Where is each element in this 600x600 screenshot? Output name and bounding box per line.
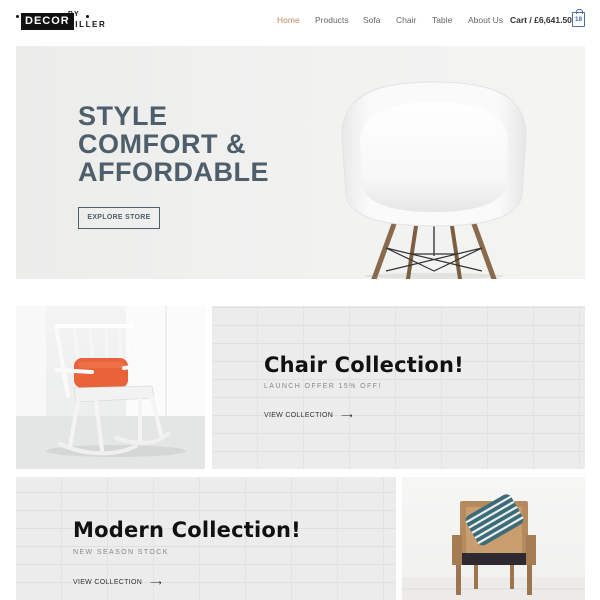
cart-link[interactable]: Cart / £6,641.50 [510, 15, 572, 25]
site-header: DECOR BY MILLER Home Products Sofa Chair… [0, 0, 600, 44]
chair-collection-tile: Chair Collection! LAUNCH OFFER 15% OFF! … [212, 306, 585, 469]
hero-chair-image [341, 81, 527, 279]
logo-secondary: MILLER [67, 20, 107, 29]
logo-dot-left [16, 15, 19, 18]
logo-by: BY [68, 11, 80, 18]
chair-view-collection-link[interactable]: VIEW COLLECTION ⟶ [264, 411, 353, 420]
nav-item-products[interactable]: Products [315, 15, 349, 25]
modern-photo-tile[interactable] [402, 477, 585, 600]
modern-collection-tile: Modern Collection! NEW SEASON STOCK VIEW… [16, 477, 396, 600]
logo-dot-right [86, 15, 89, 18]
view-collection-label: VIEW COLLECTION [73, 579, 143, 586]
chair-collection-subtitle: LAUNCH OFFER 15% OFF! [264, 383, 382, 390]
nav-item-table[interactable]: Table [432, 15, 452, 25]
arrow-right-icon: ⟶ [341, 411, 353, 420]
hero-title-line: COMFORT & [78, 129, 246, 159]
brand-logo[interactable]: DECOR BY MILLER [16, 11, 105, 30]
nav-item-about-us[interactable]: About Us [468, 15, 503, 25]
explore-store-button[interactable]: EXPLORE STORE [78, 207, 160, 229]
shopping-bag-icon[interactable]: 18 [572, 9, 585, 27]
nav-item-sofa[interactable]: Sofa [363, 15, 381, 25]
chair-photo-tile[interactable] [16, 306, 205, 469]
nav-item-chair[interactable]: Chair [396, 15, 416, 25]
modern-collection-title: Modern Collection! [73, 518, 301, 542]
rocking-chair-image [16, 306, 205, 469]
hero-title-line: STYLE [78, 101, 168, 131]
logo-primary: DECOR [21, 12, 74, 30]
hero-banner: STYLE COMFORT & AFFORDABLE EXPLORE STORE [16, 46, 585, 279]
arrow-right-icon: ⟶ [150, 578, 162, 587]
nav-item-home[interactable]: Home [277, 15, 300, 25]
armchair-image [402, 494, 585, 600]
view-collection-label: VIEW COLLECTION [264, 412, 334, 419]
chair-collection-title: Chair Collection! [264, 353, 464, 377]
modern-collection-subtitle: NEW SEASON STOCK [73, 549, 169, 556]
hero-title: STYLE COMFORT & AFFORDABLE [78, 102, 269, 186]
modern-view-collection-link[interactable]: VIEW COLLECTION ⟶ [73, 578, 162, 587]
hero-title-line: AFFORDABLE [78, 157, 269, 187]
